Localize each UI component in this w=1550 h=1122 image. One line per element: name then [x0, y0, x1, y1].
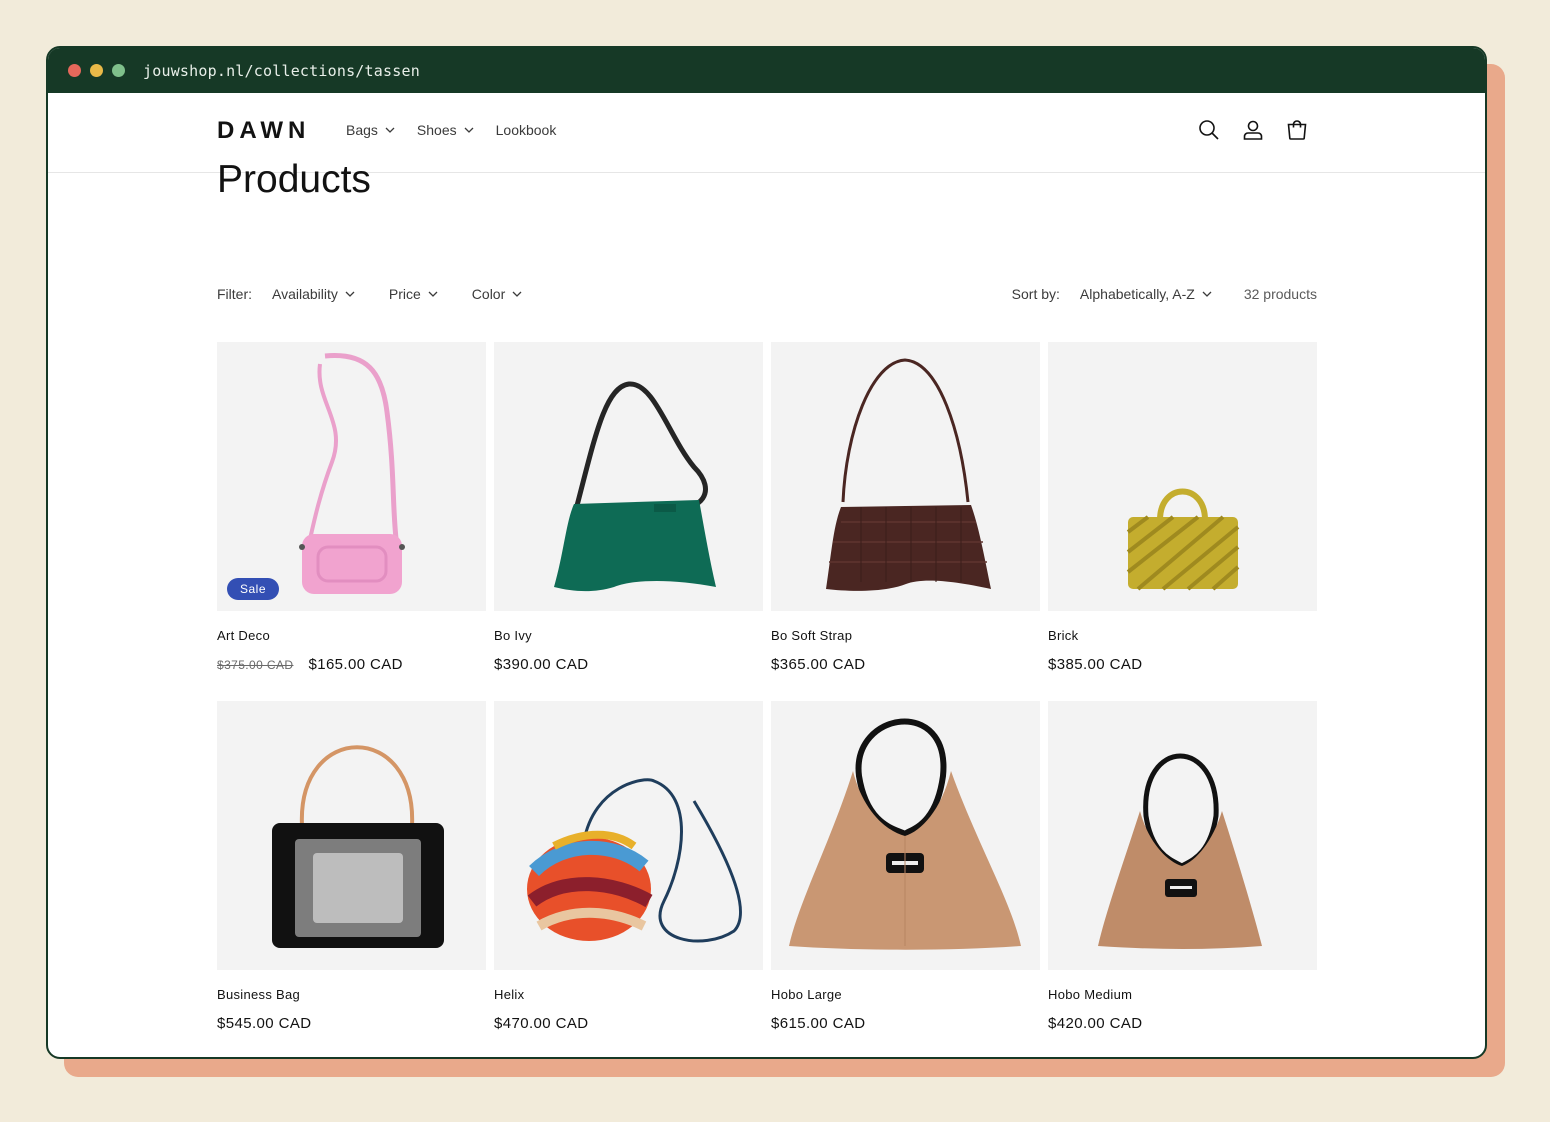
nav-item-label: Shoes — [416, 122, 457, 138]
chevron-down-icon — [385, 127, 395, 133]
filter-label: Filter: — [217, 286, 252, 302]
nav-item-label: Lookbook — [495, 122, 557, 138]
product-title[interactable]: Art Deco — [217, 628, 486, 643]
regular-price: $365.00 CAD — [771, 656, 866, 673]
bag-image — [527, 778, 742, 943]
product-price: $365.00 CAD — [771, 656, 1040, 673]
chevron-down-icon — [428, 291, 438, 297]
search-icon[interactable] — [1197, 118, 1221, 142]
facet-label: Color — [471, 286, 506, 302]
sort-group: Sort by: Alphabetically, A-Z 32 products — [1012, 286, 1317, 302]
regular-price: $390.00 CAD — [494, 656, 589, 673]
minimize-dot[interactable] — [90, 64, 103, 77]
filter-group: Filter: Availability Price Color — [217, 286, 556, 302]
product-image[interactable] — [771, 701, 1040, 970]
browser-window: jouwshop.nl/collections/tassen DAWN Bags… — [46, 46, 1487, 1059]
product-card[interactable]: Bo Soft Strap $365.00 CAD — [771, 342, 1040, 701]
product-price: $615.00 CAD — [771, 1015, 1040, 1032]
bag-image — [554, 381, 716, 592]
facet-label: Price — [388, 286, 421, 302]
product-card[interactable]: Business Bag $545.00 CAD — [217, 701, 486, 1057]
product-title[interactable]: Hobo Medium — [1048, 987, 1317, 1002]
chevron-down-icon — [464, 127, 474, 133]
maximize-dot[interactable] — [112, 64, 125, 77]
chevron-down-icon — [512, 291, 522, 297]
store-logo[interactable]: DAWN — [217, 117, 310, 145]
page-title: Products — [217, 158, 371, 201]
sort-value: Alphabetically, A-Z — [1079, 286, 1195, 302]
product-image[interactable] — [771, 342, 1040, 611]
bag-image — [272, 745, 444, 948]
nav-item-label: Bags — [346, 122, 378, 138]
product-image[interactable] — [1048, 701, 1317, 970]
filter-availability[interactable]: Availability — [272, 286, 355, 302]
product-grid: Sale Art Deco $375.00 CAD $165.00 CAD Bo… — [217, 342, 1318, 1057]
product-image[interactable]: Sale — [217, 342, 486, 611]
compare-at-price: $375.00 CAD — [217, 658, 294, 672]
product-image[interactable] — [494, 342, 763, 611]
header-actions — [1197, 118, 1309, 142]
bag-image — [299, 353, 405, 594]
close-dot[interactable] — [68, 64, 81, 77]
regular-price: $545.00 CAD — [217, 1015, 312, 1032]
address-bar[interactable]: jouwshop.nl/collections/tassen — [143, 62, 420, 80]
main-nav: Bags Shoes Lookbook — [346, 122, 578, 138]
product-image[interactable] — [494, 701, 763, 970]
filter-color[interactable]: Color — [472, 286, 522, 302]
filter-price[interactable]: Price — [389, 286, 438, 302]
product-count: 32 products — [1243, 286, 1317, 302]
bag-image — [1126, 488, 1240, 591]
chevron-down-icon — [345, 291, 355, 297]
sort-select[interactable]: Alphabetically, A-Z — [1080, 286, 1212, 302]
nav-item-shoes[interactable]: Shoes — [417, 122, 474, 138]
product-card[interactable]: Bo Ivy $390.00 CAD — [494, 342, 763, 701]
facet-label: Availability — [272, 286, 338, 302]
product-card[interactable]: Hobo Large $615.00 CAD — [771, 701, 1040, 1057]
filter-bar: Filter: Availability Price Color Sort by… — [217, 286, 1317, 306]
account-icon[interactable] — [1241, 118, 1265, 142]
bag-image — [826, 358, 991, 591]
product-price: $470.00 CAD — [494, 1015, 763, 1032]
product-title[interactable]: Hobo Large — [771, 987, 1040, 1002]
chevron-down-icon — [1202, 291, 1212, 297]
regular-price: $420.00 CAD — [1048, 1015, 1143, 1032]
product-price: $375.00 CAD $165.00 CAD — [217, 656, 486, 673]
product-title[interactable]: Business Bag — [217, 987, 486, 1002]
product-card[interactable]: Brick $385.00 CAD — [1048, 342, 1317, 701]
product-card[interactable]: Helix $470.00 CAD — [494, 701, 763, 1057]
sort-label: Sort by: — [1011, 286, 1060, 302]
product-title[interactable]: Bo Soft Strap — [771, 628, 1040, 643]
product-title[interactable]: Bo Ivy — [494, 628, 763, 643]
regular-price: $470.00 CAD — [494, 1015, 589, 1032]
product-image[interactable] — [1048, 342, 1317, 611]
product-title[interactable]: Brick — [1048, 628, 1317, 643]
sale-badge: Sale — [227, 578, 280, 600]
regular-price: $615.00 CAD — [771, 1015, 866, 1032]
product-price: $385.00 CAD — [1048, 656, 1317, 673]
regular-price: $385.00 CAD — [1048, 656, 1143, 673]
sale-price: $165.00 CAD — [308, 656, 403, 673]
product-price: $545.00 CAD — [217, 1015, 486, 1032]
product-price: $420.00 CAD — [1048, 1015, 1317, 1032]
nav-item-bags[interactable]: Bags — [346, 122, 395, 138]
product-title[interactable]: Helix — [494, 987, 763, 1002]
product-price: $390.00 CAD — [494, 656, 763, 673]
product-card[interactable]: Sale Art Deco $375.00 CAD $165.00 CAD — [217, 342, 486, 701]
nav-item-lookbook[interactable]: Lookbook — [496, 122, 557, 138]
product-image[interactable] — [217, 701, 486, 970]
bag-image — [1098, 753, 1262, 949]
bag-image — [789, 718, 1021, 950]
product-card[interactable]: Hobo Medium $420.00 CAD — [1048, 701, 1317, 1057]
browser-titlebar: jouwshop.nl/collections/tassen — [48, 48, 1485, 93]
cart-icon[interactable] — [1285, 118, 1309, 142]
